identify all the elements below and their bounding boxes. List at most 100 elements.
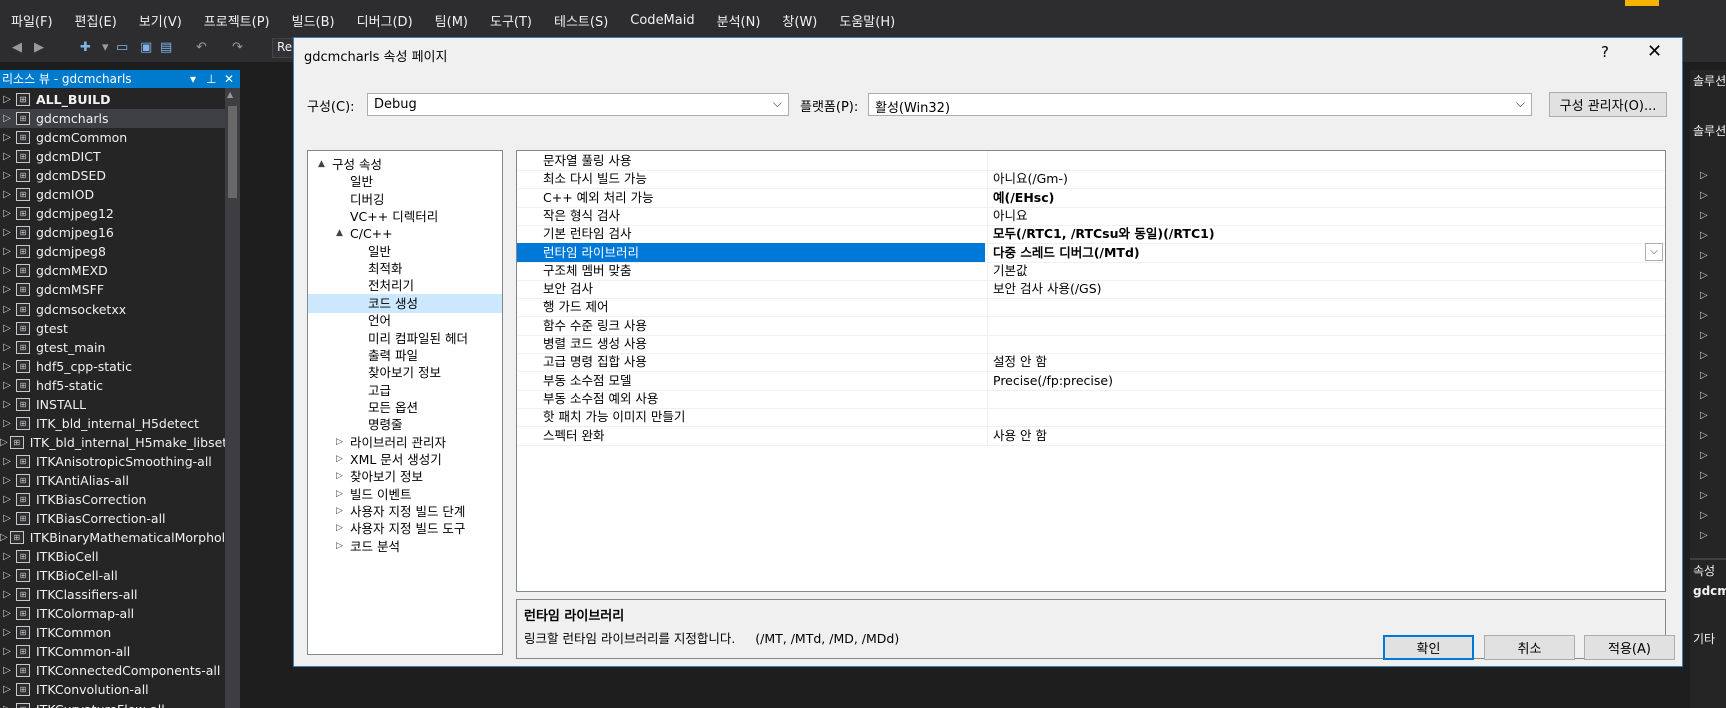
- nav-forward-icon[interactable]: ▶: [34, 40, 44, 55]
- project-item[interactable]: ▷ ⊞ ITKBioCell: [0, 547, 225, 566]
- expand-arrow-icon[interactable]: ▷: [0, 342, 14, 353]
- platform-combo[interactable]: 활성(Win32) ⌵: [868, 93, 1532, 116]
- project-item[interactable]: ▷ ⊞ ALL_BUILD: [0, 90, 225, 109]
- tree-node[interactable]: 모든 옵션: [308, 398, 502, 417]
- expand-arrow-icon[interactable]: ▷: [0, 399, 14, 410]
- dropdown-arrow-icon[interactable]: ▾: [102, 40, 109, 55]
- expand-arrow-icon[interactable]: ▷: [0, 627, 14, 638]
- project-item[interactable]: ▷ ⊞ ITKCommon-all: [0, 642, 225, 661]
- close-icon[interactable]: ✕: [224, 70, 234, 88]
- expand-arrow-icon[interactable]: ▷: [0, 418, 14, 429]
- expand-arrow-icon[interactable]: ▷: [0, 665, 14, 676]
- tree-node[interactable]: ▷ 코드 분석: [308, 537, 502, 556]
- project-list-scrollbar[interactable]: ▲: [225, 88, 240, 708]
- property-value[interactable]: 설정 안 함: [987, 352, 1665, 372]
- expand-arrow-icon[interactable]: ▷: [336, 485, 343, 504]
- tree-node[interactable]: ▷ XML 문서 생성기: [308, 450, 502, 469]
- expand-arrow-icon[interactable]: ▷: [0, 113, 14, 124]
- expand-arrow-icon[interactable]: ▷: [0, 513, 14, 524]
- config-manager-button[interactable]: 구성 관리자(O)...: [1549, 92, 1667, 117]
- expand-arrow-icon[interactable]: ▷: [0, 227, 14, 238]
- expand-arrow-icon[interactable]: ▷: [0, 646, 14, 657]
- project-item[interactable]: ▷ ⊞ hdf5-static: [0, 376, 225, 395]
- tree-node[interactable]: ▲ C/C++: [308, 224, 502, 243]
- property-row[interactable]: 고급 명령 집합 사용 설정 안 함: [517, 352, 1665, 373]
- project-item[interactable]: ▷ ⊞ gdcmjpeg12: [0, 204, 225, 223]
- pin-icon[interactable]: ⊥: [206, 70, 216, 88]
- expand-arrow-icon[interactable]: ▷: [0, 361, 14, 372]
- expand-arrow-icon[interactable]: ▷: [336, 450, 343, 469]
- project-item[interactable]: ▷ ⊞ gtest: [0, 319, 225, 338]
- property-value[interactable]: 보안 검사 사용(/GS): [987, 279, 1665, 299]
- property-row[interactable]: 보안 검사 보안 검사 사용(/GS): [517, 279, 1665, 300]
- config-combo[interactable]: Debug ⌵: [367, 93, 789, 116]
- expand-arrow-icon[interactable]: ▷: [0, 189, 14, 200]
- menu-item[interactable]: 파일(F): [0, 11, 64, 30]
- expand-arrow-icon[interactable]: ▷: [1700, 310, 1708, 321]
- expand-arrow-icon[interactable]: ▷: [1700, 450, 1708, 461]
- property-row[interactable]: C++ 예외 처리 가능 예(/EHsc): [517, 187, 1665, 208]
- help-icon[interactable]: ?: [1601, 43, 1609, 61]
- undo-icon[interactable]: ↶: [196, 40, 207, 55]
- expand-arrow-icon[interactable]: ▷: [336, 433, 343, 452]
- project-item[interactable]: ▷ ⊞ INSTALL: [0, 395, 225, 414]
- expand-arrow-icon[interactable]: ▷: [1700, 530, 1708, 541]
- tree-node[interactable]: 미리 컴파일된 헤더: [308, 329, 502, 348]
- project-item[interactable]: ▷⊞ ITKBinaryMathematicalMorphology-all: [0, 528, 225, 547]
- property-value[interactable]: 사용 안 함: [987, 425, 1665, 445]
- property-row[interactable]: 행 가드 제어: [517, 297, 1665, 318]
- project-item[interactable]: ▷ ⊞ gtest_main: [0, 338, 225, 357]
- project-item[interactable]: ▷ ⊞ ITKAnisotropicSmoothing-all: [0, 452, 225, 471]
- property-value[interactable]: 다중 스레드 디버그(/MTd): [987, 242, 1665, 262]
- project-item[interactable]: ▷ ⊞ gdcmDICT: [0, 147, 225, 166]
- project-item[interactable]: ▷ ⊞ ITKBioCell-all: [0, 566, 225, 585]
- property-row[interactable]: 구조체 멤버 맞춤 기본값: [517, 260, 1665, 281]
- menu-item[interactable]: 프로젝트(P): [193, 11, 281, 30]
- scroll-up-icon[interactable]: ▲: [227, 90, 233, 99]
- tree-node[interactable]: 디버깅: [308, 190, 502, 209]
- project-item[interactable]: ▷ ⊞ ITKColormap-all: [0, 604, 225, 623]
- expand-arrow-icon[interactable]: ▷: [1700, 270, 1708, 281]
- property-value[interactable]: 예(/EHsc): [987, 187, 1665, 207]
- property-value[interactable]: 아니요: [987, 205, 1665, 225]
- tree-node[interactable]: ▲ 구성 속성: [308, 155, 502, 174]
- expand-arrow-icon[interactable]: ▷: [0, 94, 14, 105]
- property-value[interactable]: [987, 151, 1665, 170]
- tree-node[interactable]: 일반: [308, 242, 502, 261]
- expand-arrow-icon[interactable]: ▷: [0, 437, 8, 448]
- project-item[interactable]: ▷ ⊞ gdcmsocketxx: [0, 300, 225, 319]
- expand-arrow-icon[interactable]: ▷: [0, 704, 14, 708]
- expand-arrow-icon[interactable]: ▷: [0, 532, 8, 543]
- expand-arrow-icon[interactable]: ▷: [1700, 430, 1708, 441]
- dialog-close-icon[interactable]: ✕: [1647, 41, 1662, 62]
- expand-arrow-icon[interactable]: ▷: [0, 170, 14, 181]
- menu-item[interactable]: 도움말(H): [828, 11, 906, 30]
- property-row[interactable]: 핫 패치 가능 이미지 만들기: [517, 407, 1665, 428]
- menu-item[interactable]: 팀(M): [424, 11, 479, 30]
- property-row[interactable]: 함수 수준 링크 사용: [517, 315, 1665, 336]
- expand-arrow-icon[interactable]: ▷: [0, 608, 14, 619]
- tree-node[interactable]: VC++ 디렉터리: [308, 207, 502, 226]
- expand-arrow-icon[interactable]: ▷: [336, 537, 343, 556]
- expand-arrow-icon[interactable]: ▷: [336, 467, 343, 486]
- expand-arrow-icon[interactable]: ▷: [0, 284, 14, 295]
- menu-item[interactable]: 분석(N): [706, 11, 772, 30]
- nav-back-icon[interactable]: ◀: [12, 40, 22, 55]
- property-row[interactable]: 기본 런타임 검사 모두(/RTC1, /RTCsu와 동일)(/RTC1): [517, 224, 1665, 245]
- expand-arrow-icon[interactable]: ▷: [0, 589, 14, 600]
- property-row[interactable]: 부동 소수점 모델 Precise(/fp:precise): [517, 370, 1665, 391]
- property-row[interactable]: 부동 소수점 예외 사용: [517, 388, 1665, 409]
- menu-item[interactable]: 보기(V): [128, 11, 193, 30]
- project-item[interactable]: ▷ ⊞ ITKConnectedComponents-all: [0, 661, 225, 680]
- ok-button[interactable]: 확인: [1383, 635, 1474, 660]
- project-item[interactable]: ▷ ⊞ ITKConvolution-all: [0, 680, 225, 699]
- menu-item[interactable]: CodeMaid: [619, 13, 705, 28]
- property-row[interactable]: 최소 다시 빌드 가능 아니요(/Gm-): [517, 169, 1665, 190]
- save-all-icon[interactable]: ▤: [160, 40, 172, 55]
- property-value[interactable]: [987, 297, 1665, 317]
- property-row[interactable]: 스펙터 완화 사용 안 함: [517, 425, 1665, 446]
- expand-arrow-icon[interactable]: ▷: [0, 380, 14, 391]
- property-row[interactable]: 병렬 코드 생성 사용: [517, 334, 1665, 354]
- expand-arrow-icon[interactable]: ▷: [1700, 390, 1708, 401]
- expand-arrow-icon[interactable]: ▷: [336, 519, 343, 538]
